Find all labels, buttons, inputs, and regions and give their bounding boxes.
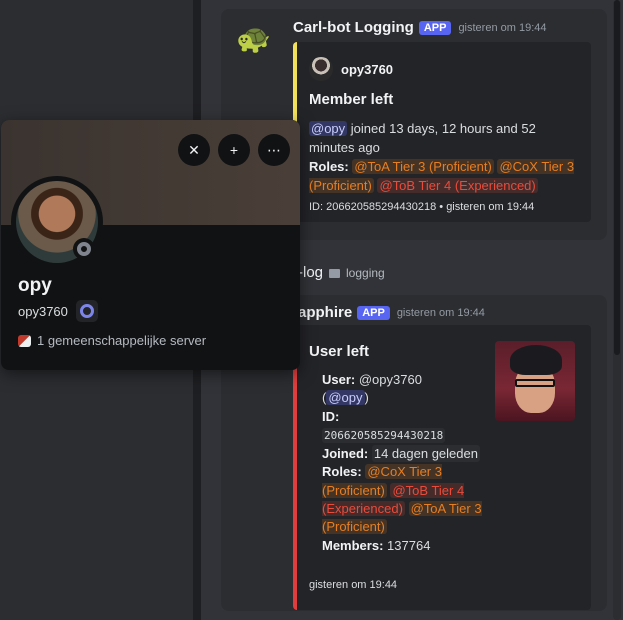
user-value: @opy3760 [355, 372, 422, 387]
author-name[interactable]: apphire [298, 304, 352, 321]
role-mention-tob[interactable]: @ToB Tier 4 (Experienced) [377, 178, 538, 193]
channel-header: -log logging [298, 264, 385, 281]
embed-description: @opy joined 13 days, 12 hours and 52 min… [309, 119, 577, 195]
profile-badge[interactable] [75, 300, 98, 322]
message-timestamp[interactable]: gisteren om 19:44 [458, 22, 546, 34]
roles-label: Roles: [322, 464, 362, 480]
id-label: ID: [322, 408, 340, 424]
badge-icon [79, 304, 94, 318]
members-label: Members: [322, 537, 384, 553]
message-header: Carl-bot Logging APP gisteren om 19:44 [293, 19, 547, 36]
channel-category[interactable]: logging [346, 266, 385, 280]
offline-status-icon [77, 242, 91, 256]
embed-author-name: opy3760 [341, 62, 394, 77]
app-tag: APP [357, 305, 390, 320]
server-icon [18, 334, 31, 347]
embed-footer: ID: 206620585294430218 • gisteren om 19:… [309, 201, 535, 213]
more-icon: ⋯ [267, 141, 281, 158]
profile-username: opy3760 [18, 303, 68, 319]
thumbnail-glasses [515, 379, 555, 387]
turtle-avatar-icon[interactable]: 🐢 [236, 22, 278, 56]
embed-fields: User: @opy3760 (@opy) ID: 20662058529443… [322, 372, 482, 553]
joined-value: 14 dagen geleden [371, 445, 480, 463]
embed-title: User left [309, 343, 370, 360]
status-indicator [73, 238, 95, 260]
mutual-servers[interactable]: 1 gemeenschappelijke server [18, 333, 206, 348]
embed-title: Member left [309, 91, 394, 108]
thumbnail-hair [510, 345, 562, 375]
channel-name[interactable]: -log [298, 264, 323, 281]
message-header: apphire APP gisteren om 19:44 [298, 304, 485, 321]
user-profile-popout: ✕ + ⋯ opy opy3760 1 gemeenschappelijke s… [1, 120, 300, 370]
joined-label: Joined: [322, 446, 369, 462]
message-timestamp[interactable]: gisteren om 19:44 [397, 307, 485, 319]
user-label: User: [322, 372, 356, 387]
embed-author-avatar [309, 57, 333, 81]
folder-icon [329, 269, 341, 278]
roles-label: Roles: [309, 159, 349, 174]
scrollbar-thumb[interactable] [614, 0, 620, 355]
embed-footer: gisteren om 19:44 [309, 579, 398, 591]
block-icon: ✕ [188, 141, 200, 158]
user-mention[interactable]: @opy [326, 390, 365, 406]
app-tag: APP [418, 20, 452, 35]
mutual-servers-text: 1 gemeenschappelijke server [37, 333, 207, 348]
id-value: 206620585294430218 [322, 427, 446, 443]
block-button[interactable]: ✕ [178, 134, 210, 166]
author-name[interactable]: Carl-bot Logging [293, 19, 414, 36]
embed-thumbnail[interactable] [495, 341, 575, 421]
add-friend-button[interactable]: + [218, 134, 250, 166]
profile-display-name: opy [18, 275, 52, 296]
role-mention-toa[interactable]: @ToA Tier 3 (Proficient) [352, 159, 494, 174]
add-friend-icon: + [229, 142, 239, 158]
members-value: 137764 [387, 537, 431, 553]
more-options-button[interactable]: ⋯ [258, 134, 290, 166]
user-mention[interactable]: @opy [309, 121, 348, 136]
profile-username-line: opy3760 [18, 300, 98, 322]
